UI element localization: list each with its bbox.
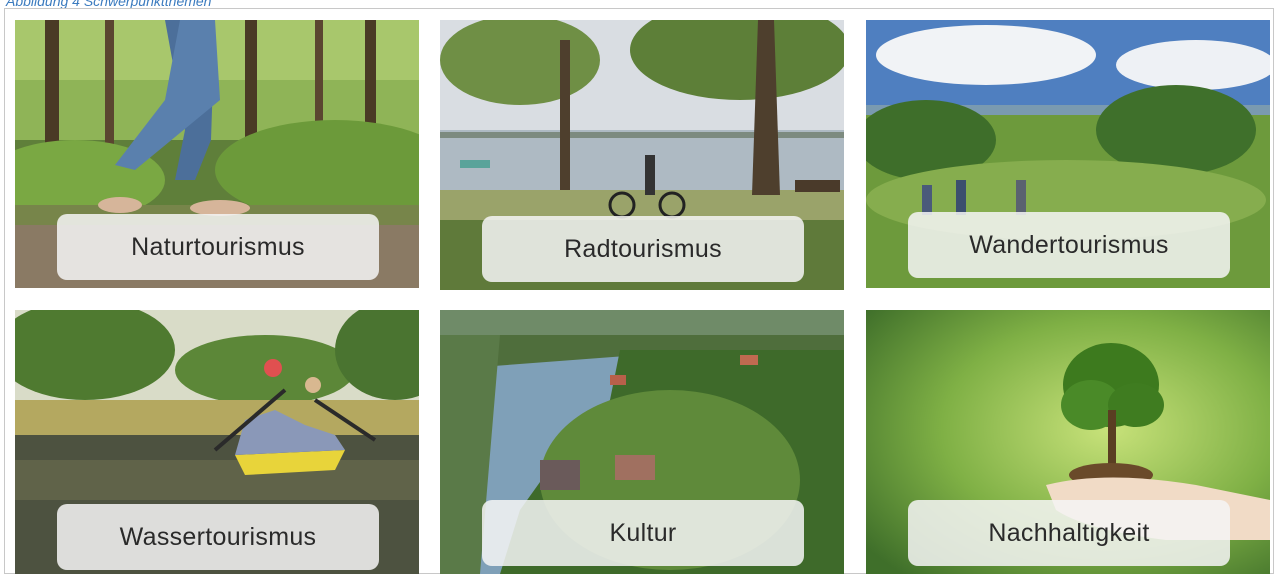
tile-wassertourismus[interactable]: Wassertourismus <box>15 310 419 574</box>
tile-nachhaltigkeit[interactable]: Nachhaltigkeit <box>866 310 1270 574</box>
tile-label: Wassertourismus <box>57 504 379 570</box>
tile-label: Kultur <box>482 500 804 566</box>
tile-radtourismus[interactable]: Radtourismus <box>440 20 844 290</box>
figure-caption: Abbildung 4 Schwerpunktthemen <box>6 0 212 9</box>
tile-naturtourismus[interactable]: Naturtourismus <box>15 20 419 288</box>
tile-kultur[interactable]: Kultur <box>440 310 844 574</box>
tile-label: Naturtourismus <box>57 214 379 280</box>
tile-label: Wandertourismus <box>908 212 1230 278</box>
tile-label: Nachhaltigkeit <box>908 500 1230 566</box>
tile-wandertourismus[interactable]: Wandertourismus <box>866 20 1270 288</box>
tile-label: Radtourismus <box>482 216 804 282</box>
